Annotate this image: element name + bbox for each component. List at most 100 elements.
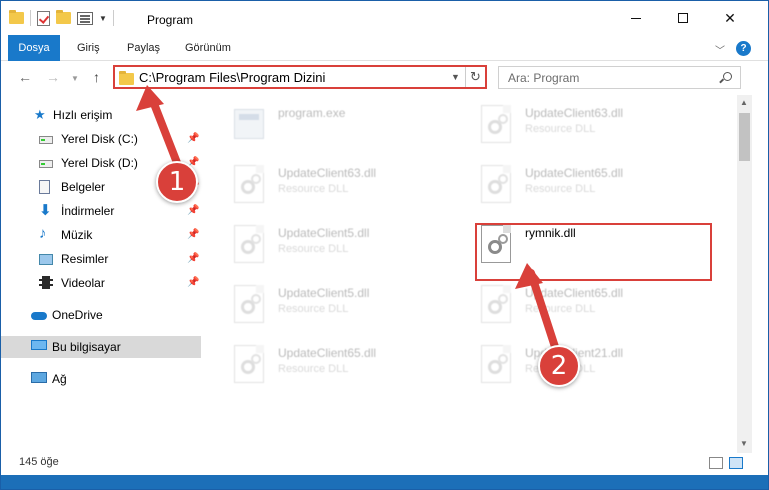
close-button[interactable]: ✕ bbox=[707, 1, 753, 35]
scroll-down-arrow-icon[interactable]: ▼ bbox=[740, 439, 748, 448]
tab-paylas[interactable]: Paylaş bbox=[127, 35, 160, 61]
disk-drive-icon bbox=[39, 136, 53, 144]
back-arrow-icon[interactable]: ← bbox=[18, 69, 32, 85]
address-history-chevron-icon[interactable]: ▼ bbox=[451, 72, 460, 82]
up-arrow-icon[interactable]: ↑ bbox=[93, 69, 100, 85]
ribbon-tabs: Dosya Giriş Paylaş Görünüm ﹀ ? bbox=[1, 35, 768, 61]
search-input[interactable]: Ara: Program bbox=[498, 66, 741, 89]
forward-arrow-icon[interactable]: → bbox=[46, 69, 60, 85]
sidebar-item-label: Yerel Disk (C:) bbox=[61, 132, 138, 146]
dll-file-icon bbox=[230, 163, 268, 209]
file-item[interactable]: UpdateClient65.dll Resource DLL bbox=[230, 341, 470, 399]
file-type: Resource DLL bbox=[278, 363, 349, 375]
minimize-button[interactable] bbox=[613, 1, 659, 35]
view-icon[interactable] bbox=[77, 11, 93, 25]
address-path[interactable]: C:\Program Files\Program Dizini bbox=[139, 70, 325, 85]
sidebar-item-label: Ağ bbox=[52, 372, 67, 386]
sidebar-item-label: Müzik bbox=[61, 228, 93, 242]
status-bar: 145 öğe bbox=[1, 453, 768, 475]
dll-file-icon bbox=[477, 103, 515, 149]
file-item[interactable]: UpdateClient5.dll Resource DLL bbox=[230, 281, 470, 339]
pin-icon[interactable]: 📌 bbox=[187, 277, 199, 288]
step-2-badge: 2 bbox=[538, 345, 580, 387]
pin-icon[interactable]: 📌 bbox=[187, 133, 199, 144]
dll-file-icon bbox=[230, 283, 268, 329]
file-name: UpdateClient65.dll bbox=[278, 346, 377, 360]
sidebar-item-label: İndirmeler bbox=[61, 204, 115, 218]
file-item[interactable]: UpdateClient65.dll Resource DLL bbox=[477, 281, 717, 339]
file-name: UpdateClient5.dll bbox=[278, 286, 370, 300]
pin-icon[interactable]: 📌 bbox=[187, 205, 199, 216]
file-type: Resource DLL bbox=[525, 123, 596, 135]
sidebar-item-label: Videolar bbox=[61, 276, 105, 290]
pictures-icon bbox=[39, 254, 53, 265]
sidebar-item-onedrive[interactable]: OneDrive bbox=[1, 304, 201, 326]
navigation-bar: ← → ▼ ↑ C:\Program Files\Program Dizini … bbox=[1, 61, 768, 95]
file-type: Resource DLL bbox=[278, 243, 349, 255]
vertical-scrollbar[interactable]: ▲ ▼ bbox=[737, 95, 752, 453]
tab-gorunum[interactable]: Görünüm bbox=[185, 35, 231, 61]
file-item[interactable]: UpdateClient63.dll Resource DLL bbox=[477, 101, 717, 159]
properties-checklist-icon[interactable] bbox=[37, 10, 50, 26]
sidebar-item-label: Hızlı erişim bbox=[53, 108, 113, 122]
sidebar-item-this-pc[interactable]: Bu bilgisayar bbox=[1, 336, 201, 358]
minimize-icon bbox=[631, 17, 641, 19]
exe-file-icon bbox=[230, 103, 268, 149]
sidebar-item-pictures[interactable]: Resimler 📌 bbox=[1, 248, 201, 270]
item-count: 145 öğe bbox=[19, 456, 59, 468]
dll-file-icon bbox=[477, 163, 515, 209]
details-view-icon[interactable] bbox=[709, 457, 723, 469]
tab-giris[interactable]: Giriş bbox=[77, 35, 100, 61]
file-name: UpdateClient65.dll bbox=[525, 286, 624, 300]
sidebar-item-downloads[interactable]: ⬇ İndirmeler 📌 bbox=[1, 200, 201, 222]
file-name: UpdateClient5.dll bbox=[278, 226, 370, 240]
document-icon bbox=[39, 180, 50, 194]
pin-icon[interactable]: 📌 bbox=[187, 229, 199, 240]
sidebar-item-videos[interactable]: Videolar 📌 bbox=[1, 272, 201, 294]
file-item[interactable]: UpdateClient63.dll Resource DLL bbox=[230, 161, 470, 219]
file-name: program.exe bbox=[278, 106, 346, 120]
search-icon[interactable] bbox=[723, 72, 732, 81]
file-name: UpdateClient63.dll bbox=[278, 166, 377, 180]
window-title: Program bbox=[147, 13, 194, 27]
maximize-button[interactable] bbox=[660, 1, 706, 35]
close-icon: ✕ bbox=[724, 9, 736, 26]
dll-file-icon bbox=[230, 223, 268, 269]
scrollbar-thumb[interactable] bbox=[739, 113, 750, 161]
expand-ribbon-chevron-icon[interactable]: ﹀ bbox=[715, 42, 725, 57]
file-item[interactable]: UpdateClient5.dll Resource DLL bbox=[230, 221, 470, 279]
pin-icon[interactable]: 📌 bbox=[187, 253, 199, 264]
dll-file-icon bbox=[230, 343, 268, 389]
title-bar: ▼ Program ✕ bbox=[1, 1, 768, 35]
sidebar-item-network[interactable]: Ağ bbox=[1, 368, 201, 390]
file-list: program.exe UpdateClient63.dll Resource … bbox=[204, 95, 737, 453]
sidebar-item-quick-access[interactable]: ★ Hızlı erişim bbox=[1, 104, 201, 126]
sidebar-item-music[interactable]: ♪ Müzik 📌 bbox=[1, 224, 201, 246]
sidebar-item-local-disk-c[interactable]: Yerel Disk (C:) 📌 bbox=[1, 128, 201, 150]
customize-toolbar-chevron-icon[interactable]: ▼ bbox=[99, 14, 107, 23]
large-icons-view-icon[interactable] bbox=[729, 457, 743, 469]
new-folder-icon[interactable] bbox=[56, 10, 71, 24]
file-name: UpdateClient63.dll bbox=[525, 106, 624, 120]
tab-dosya[interactable]: Dosya bbox=[8, 35, 60, 61]
desktop-background bbox=[1, 475, 768, 489]
file-type: Resource DLL bbox=[525, 183, 596, 195]
file-item[interactable]: UpdateClient65.dll Resource DLL bbox=[477, 161, 717, 219]
sidebar-item-label: Resimler bbox=[61, 252, 109, 266]
file-type: Resource DLL bbox=[525, 303, 596, 315]
toolbar-separator bbox=[30, 10, 31, 26]
refresh-icon[interactable]: ↻ bbox=[465, 67, 485, 87]
help-icon[interactable]: ? bbox=[736, 41, 751, 56]
file-item[interactable]: program.exe bbox=[230, 101, 470, 159]
network-icon bbox=[31, 372, 47, 383]
recent-locations-chevron-icon[interactable]: ▼ bbox=[71, 74, 79, 83]
address-bar[interactable]: C:\Program Files\Program Dizini ▼ ↻ bbox=[113, 65, 487, 89]
scroll-up-arrow-icon[interactable]: ▲ bbox=[740, 98, 748, 107]
disk-drive-icon bbox=[39, 160, 53, 168]
cloud-icon bbox=[31, 312, 47, 320]
star-icon: ★ bbox=[34, 107, 46, 122]
folder-icon[interactable] bbox=[9, 10, 24, 24]
computer-monitor-icon bbox=[31, 340, 47, 350]
file-item[interactable]: UpdateClient21.dll Resource DLL bbox=[477, 341, 717, 399]
search-placeholder: Ara: Program bbox=[508, 71, 580, 85]
